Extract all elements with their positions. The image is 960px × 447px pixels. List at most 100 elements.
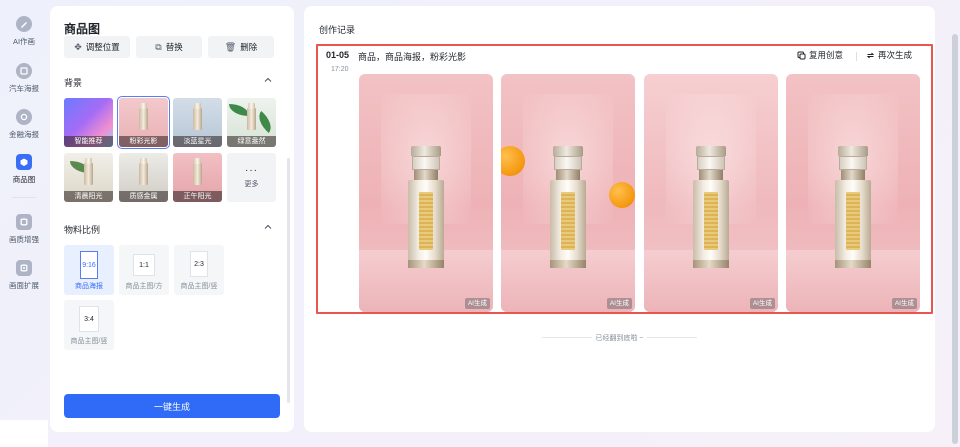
ratio-section-title: 物料比例 — [64, 225, 101, 235]
rail-label: 汽车海报 — [9, 84, 39, 93]
more-label: 更多 — [244, 180, 259, 188]
panel-title: 商品图 — [64, 22, 101, 36]
serum-bottle — [835, 146, 871, 270]
bg-option-label: 质感金属 — [119, 191, 168, 202]
ratio-preview: 3:4 — [79, 306, 99, 332]
reuse-idea-button[interactable]: 复用创意 — [797, 49, 843, 61]
product-icon — [16, 154, 32, 170]
bg-option-pastel[interactable]: 粉彩光影 — [117, 96, 170, 149]
ai-generated-badge: AI生成 — [606, 298, 632, 309]
ratio-preview: 1:1 — [133, 254, 155, 276]
end-of-list-note: 已经翻到底啦 ~ — [595, 335, 644, 342]
result-image[interactable]: AI生成 — [786, 74, 920, 312]
bg-option-morning-sun[interactable]: 清晨阳光 — [64, 153, 113, 202]
ai-generated-badge: AI生成 — [891, 298, 917, 309]
reuse-idea-label: 复用创意 — [809, 50, 844, 60]
ratio-option-1-1[interactable]: 1:1 商品主图/方 — [119, 245, 169, 295]
history-panel: 创作记录 01-05 17:20 商品，商品海报，粉彩光影 复用创意 再次生成 … — [304, 6, 935, 432]
ratio-option-3-4[interactable]: 3:4 商品主图/竖 — [64, 300, 114, 350]
result-image[interactable]: AI生成 — [359, 74, 493, 312]
history-record: 01-05 17:20 商品，商品海报，粉彩光影 复用创意 再次生成 AI生成 — [316, 44, 933, 314]
bg-option-green[interactable]: 绿意盎然 — [227, 98, 276, 147]
chevron-up-icon[interactable] — [264, 76, 272, 84]
bg-option-label: 清晨阳光 — [64, 191, 113, 202]
rail-label: 画面扩展 — [9, 281, 39, 290]
replace-icon: ⧉ — [155, 41, 162, 52]
refresh-icon — [866, 52, 875, 58]
rail-item-finance-poster[interactable]: 金融海报 — [0, 109, 48, 140]
move-icon: ✥ — [74, 41, 82, 52]
ratio-caption: 商品海报 — [75, 283, 103, 290]
serum-bottle — [408, 146, 444, 270]
rail-item-ai-paint[interactable]: AI作画 — [0, 16, 48, 47]
ratio-option-9-16[interactable]: 9:16 商品海报 — [64, 245, 114, 295]
replace-button[interactable]: ⧉ 替换 — [136, 36, 202, 58]
leaf-decoration — [253, 110, 276, 134]
enhance-icon — [16, 214, 32, 230]
bg-option-label: 正午阳光 — [173, 191, 222, 202]
rail-item-image-expand[interactable]: 画面扩展 — [0, 260, 48, 291]
product-bottle-thumb — [247, 103, 256, 130]
rail-divider — [12, 197, 36, 198]
product-bottle-thumb — [193, 158, 202, 185]
page-scrollbar[interactable] — [952, 34, 958, 444]
replace-label: 替换 — [165, 42, 183, 52]
record-date: 01-05 — [326, 50, 350, 60]
ai-generated-badge: AI生成 — [464, 298, 490, 309]
rail-footer — [0, 420, 48, 447]
rail-item-product-image[interactable]: 商品图 — [0, 154, 48, 185]
ratio-caption: 商品主图/竖 — [180, 283, 218, 290]
action-divider — [856, 52, 857, 61]
ratio-caption: 商品主图/竖 — [70, 338, 108, 345]
one-click-generate-button[interactable]: 一键生成 — [64, 394, 280, 418]
rail-label: AI作画 — [12, 37, 36, 46]
adjust-position-label: 调整位置 — [85, 42, 120, 52]
ratio-caption: 商品主图/方 — [125, 283, 163, 290]
bg-option-label: 绿意盎然 — [227, 136, 276, 147]
regenerate-label: 再次生成 — [878, 50, 913, 60]
record-time: 17:20 — [331, 66, 349, 73]
serum-bottle — [550, 146, 586, 270]
record-prompt: 商品，商品海报，粉彩光影 — [358, 52, 467, 62]
bg-option-label: 智能推荐 — [64, 136, 113, 147]
delete-label: 删除 — [240, 42, 258, 52]
bg-option-label: 粉彩光影 — [119, 136, 168, 147]
bg-option-label: 淡蓝星光 — [173, 136, 222, 147]
chevron-up-icon[interactable] — [264, 223, 272, 231]
copy-icon — [797, 51, 806, 59]
orange-decoration — [501, 146, 525, 176]
bg-option-blue-star[interactable]: 淡蓝星光 — [173, 98, 222, 147]
car-icon — [16, 63, 32, 79]
ratio-preview: 2:3 — [190, 251, 208, 277]
bg-option-smart[interactable]: 智能推荐 — [64, 98, 113, 147]
rail-label: 金融海报 — [9, 130, 39, 139]
product-bottle-thumb — [139, 103, 148, 130]
leaf-decoration — [229, 104, 249, 116]
background-section-title: 背景 — [64, 78, 83, 88]
product-bottle-thumb — [84, 158, 93, 185]
panel-scrollbar[interactable] — [287, 158, 290, 403]
rail-label: 画质增强 — [9, 235, 39, 244]
coin-icon — [16, 109, 32, 125]
bg-option-noon-sun[interactable]: 正午阳光 — [173, 153, 222, 202]
adjust-position-button[interactable]: ✥ 调整位置 — [64, 36, 130, 58]
rail-item-car-poster[interactable]: 汽车海报 — [0, 63, 48, 94]
result-image[interactable]: AI生成 — [644, 74, 778, 312]
expand-icon — [16, 260, 32, 276]
rail-item-quality-enhance[interactable]: 画质增强 — [0, 214, 48, 245]
ai-generated-badge: AI生成 — [749, 298, 775, 309]
bg-more-button[interactable]: ··· 更多 — [227, 153, 276, 202]
brush-icon — [16, 16, 32, 32]
history-title: 创作记录 — [319, 25, 356, 35]
bg-option-metal[interactable]: 质感金属 — [119, 153, 168, 202]
result-image[interactable]: AI生成 — [501, 74, 635, 312]
regenerate-button[interactable]: 再次生成 — [866, 49, 912, 61]
ratio-option-2-3[interactable]: 2:3 商品主图/竖 — [174, 245, 224, 295]
product-bottle-thumb — [139, 158, 148, 185]
orange-decoration — [609, 182, 635, 208]
delete-button[interactable]: 🗑 删除 — [208, 36, 274, 58]
product-bottle-thumb — [193, 103, 202, 130]
trash-icon: 🗑 — [224, 41, 237, 52]
rail-label: 商品图 — [12, 175, 36, 184]
serum-bottle — [693, 146, 729, 270]
